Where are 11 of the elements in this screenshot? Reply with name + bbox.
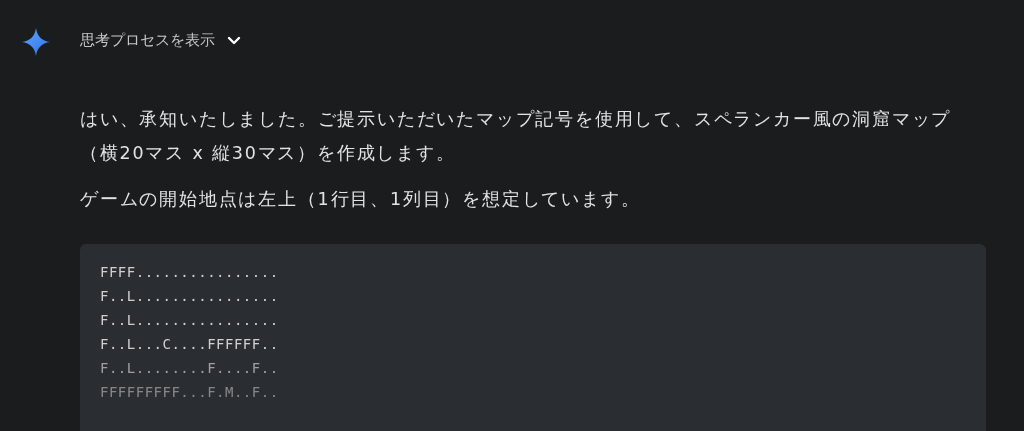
code-line: FFFF................ [100,263,280,282]
code-line: FFFFFFFFF...F.M..F.. [100,383,280,402]
chevron-down-icon [227,35,241,46]
show-thinking-toggle[interactable]: 思考プロセスを表示 [80,31,241,50]
response-paragraph: はい、承知いたしました。ご提示いただいたマップ記号を使用して、スペランカー風の洞窟マップ（横20マス x 縦30マス）を作成します。 [80,108,953,165]
code-line: F..L................ [100,287,280,306]
sparkle-icon [22,28,50,56]
code-line: F..L...C....FFFFFF.. [100,335,280,354]
code-line: F..L........F....F.. [100,359,280,378]
code-line: F..L................ [100,311,280,330]
response-paragraph: ゲームの開始地点は左上（1行目、1列目）を想定しています。 [80,188,642,211]
